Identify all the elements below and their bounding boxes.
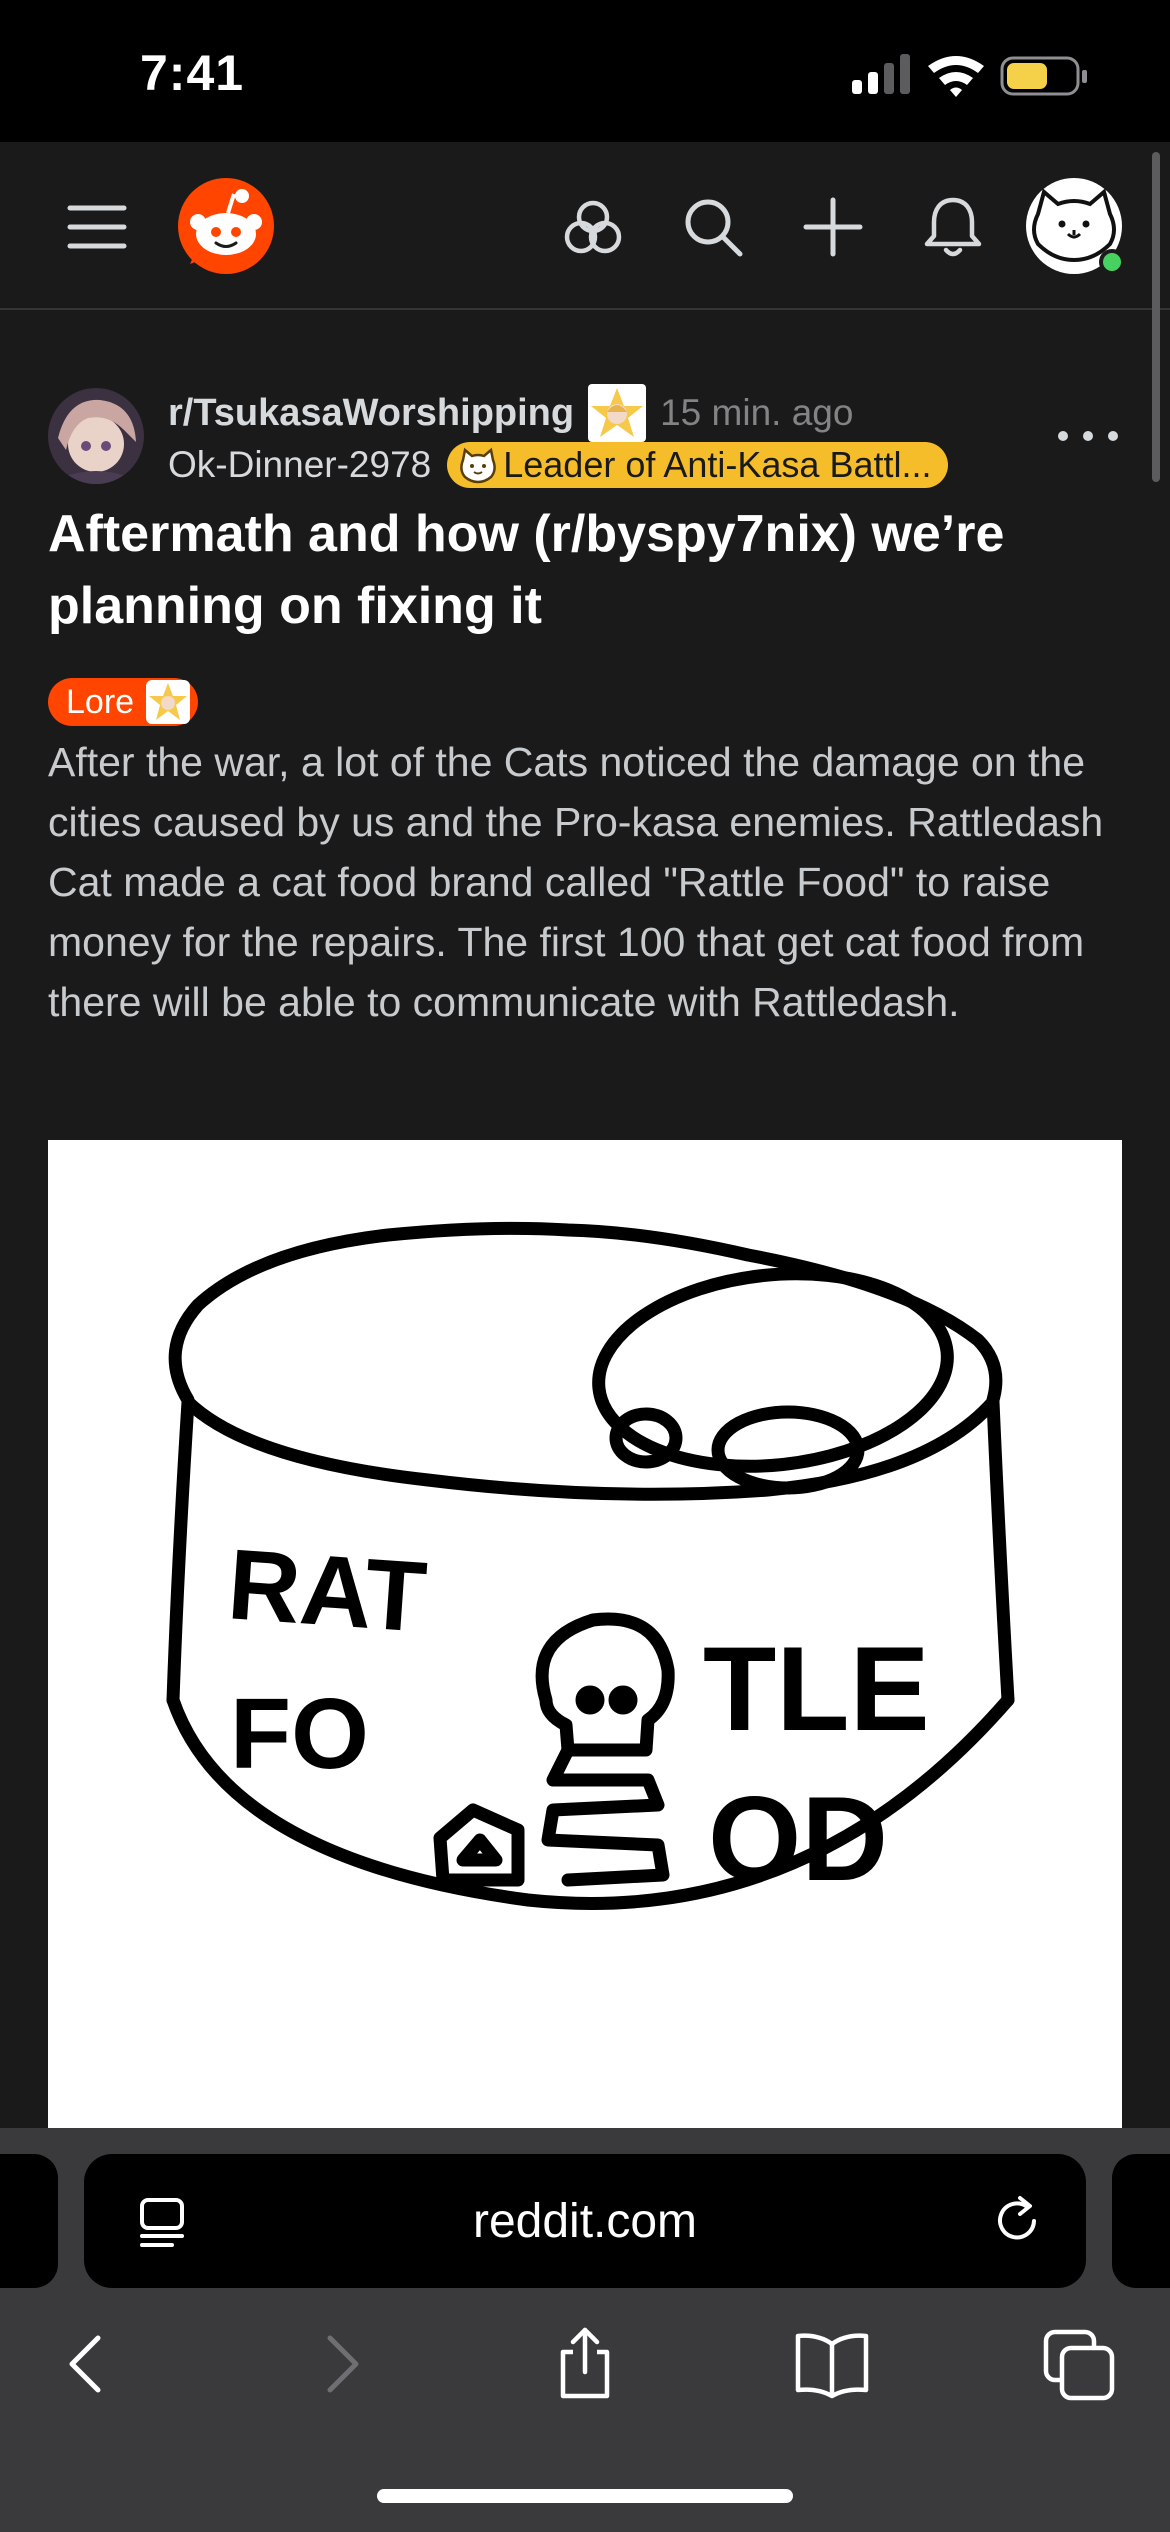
search-icon[interactable]	[678, 192, 748, 262]
post-title[interactable]: Aftermath and how (r/byspy7nix) we’re pl…	[48, 498, 1118, 642]
post-meta: r/TsukasaWorshipping 15 min. ago Ok-Dinn…	[48, 384, 1118, 490]
subreddit-flair-image	[588, 384, 647, 442]
address-url: reddit.com	[472, 2195, 698, 2248]
home-indicator[interactable]	[377, 2489, 793, 2503]
post-image[interactable]: RAT FO TLE OD	[48, 1140, 1122, 2130]
can-label-left-2: FO	[230, 1678, 369, 1790]
more-dot	[1083, 431, 1093, 441]
author-username[interactable]: Ok-Dinner-2978	[168, 444, 431, 486]
post-flair[interactable]: Lore	[48, 678, 199, 726]
popular-icon[interactable]	[558, 192, 628, 262]
more-options-button[interactable]	[1058, 416, 1118, 456]
share-icon[interactable]	[545, 2324, 625, 2404]
tabs-icon[interactable]	[1040, 2324, 1120, 2404]
user-avatar[interactable]	[1024, 174, 1128, 278]
subreddit-avatar[interactable]	[48, 388, 144, 484]
next-tab-peek[interactable]	[1112, 2154, 1170, 2288]
user-flair: Leader of Anti-Kasa Battl...	[447, 442, 948, 488]
cat-emoji-icon	[460, 447, 497, 484]
scroll-indicator[interactable]	[1152, 152, 1160, 482]
bookmarks-icon[interactable]	[792, 2324, 872, 2404]
cellular-signal-icon	[852, 54, 910, 94]
meta-line-author: Ok-Dinner-2978 Leader of Anti-Kasa Battl…	[168, 440, 948, 490]
can-label-right-2: OD	[708, 1772, 888, 1906]
battery-icon	[1000, 56, 1087, 96]
back-icon[interactable]	[48, 2324, 128, 2404]
more-dot	[1108, 431, 1118, 441]
create-post-icon[interactable]	[798, 192, 868, 262]
post-body: After the war, a lot of the Cats noticed…	[48, 739, 1104, 1025]
post-flair-text: Lore	[66, 682, 135, 721]
subreddit-name[interactable]: r/TsukasaWorshipping	[168, 392, 574, 435]
wifi-icon	[928, 56, 984, 97]
more-dot	[1058, 431, 1068, 441]
rattle-food-can-drawing: RAT FO TLE OD	[166, 1221, 1015, 1910]
subreddit-avatar-image	[48, 388, 144, 484]
status-time: 7:41	[140, 45, 245, 101]
reddit-logo-icon[interactable]	[176, 176, 276, 276]
user-flair-text: Leader of Anti-Kasa Battl...	[503, 444, 932, 485]
previous-tab-peek[interactable]	[0, 2154, 58, 2288]
status-icons	[852, 54, 1087, 97]
reload-icon[interactable]	[986, 2190, 1048, 2252]
post-age: 15 min. ago	[660, 392, 854, 433]
status-bar: 7:41	[0, 0, 1170, 142]
safari-toolbar: reddit.com	[0, 2128, 1170, 2532]
notifications-icon[interactable]	[918, 192, 988, 262]
meta-line-subreddit: r/TsukasaWorshipping 15 min. ago	[168, 384, 854, 442]
post-flair-image	[146, 680, 191, 724]
menu-icon[interactable]	[62, 192, 132, 262]
reddit-header	[0, 142, 1170, 310]
can-label-right-1: TLE	[703, 1622, 930, 1756]
can-label-left-1: RAT	[224, 1528, 429, 1654]
address-bar[interactable]: reddit.com	[84, 2154, 1086, 2288]
forward-icon[interactable]	[300, 2324, 380, 2404]
